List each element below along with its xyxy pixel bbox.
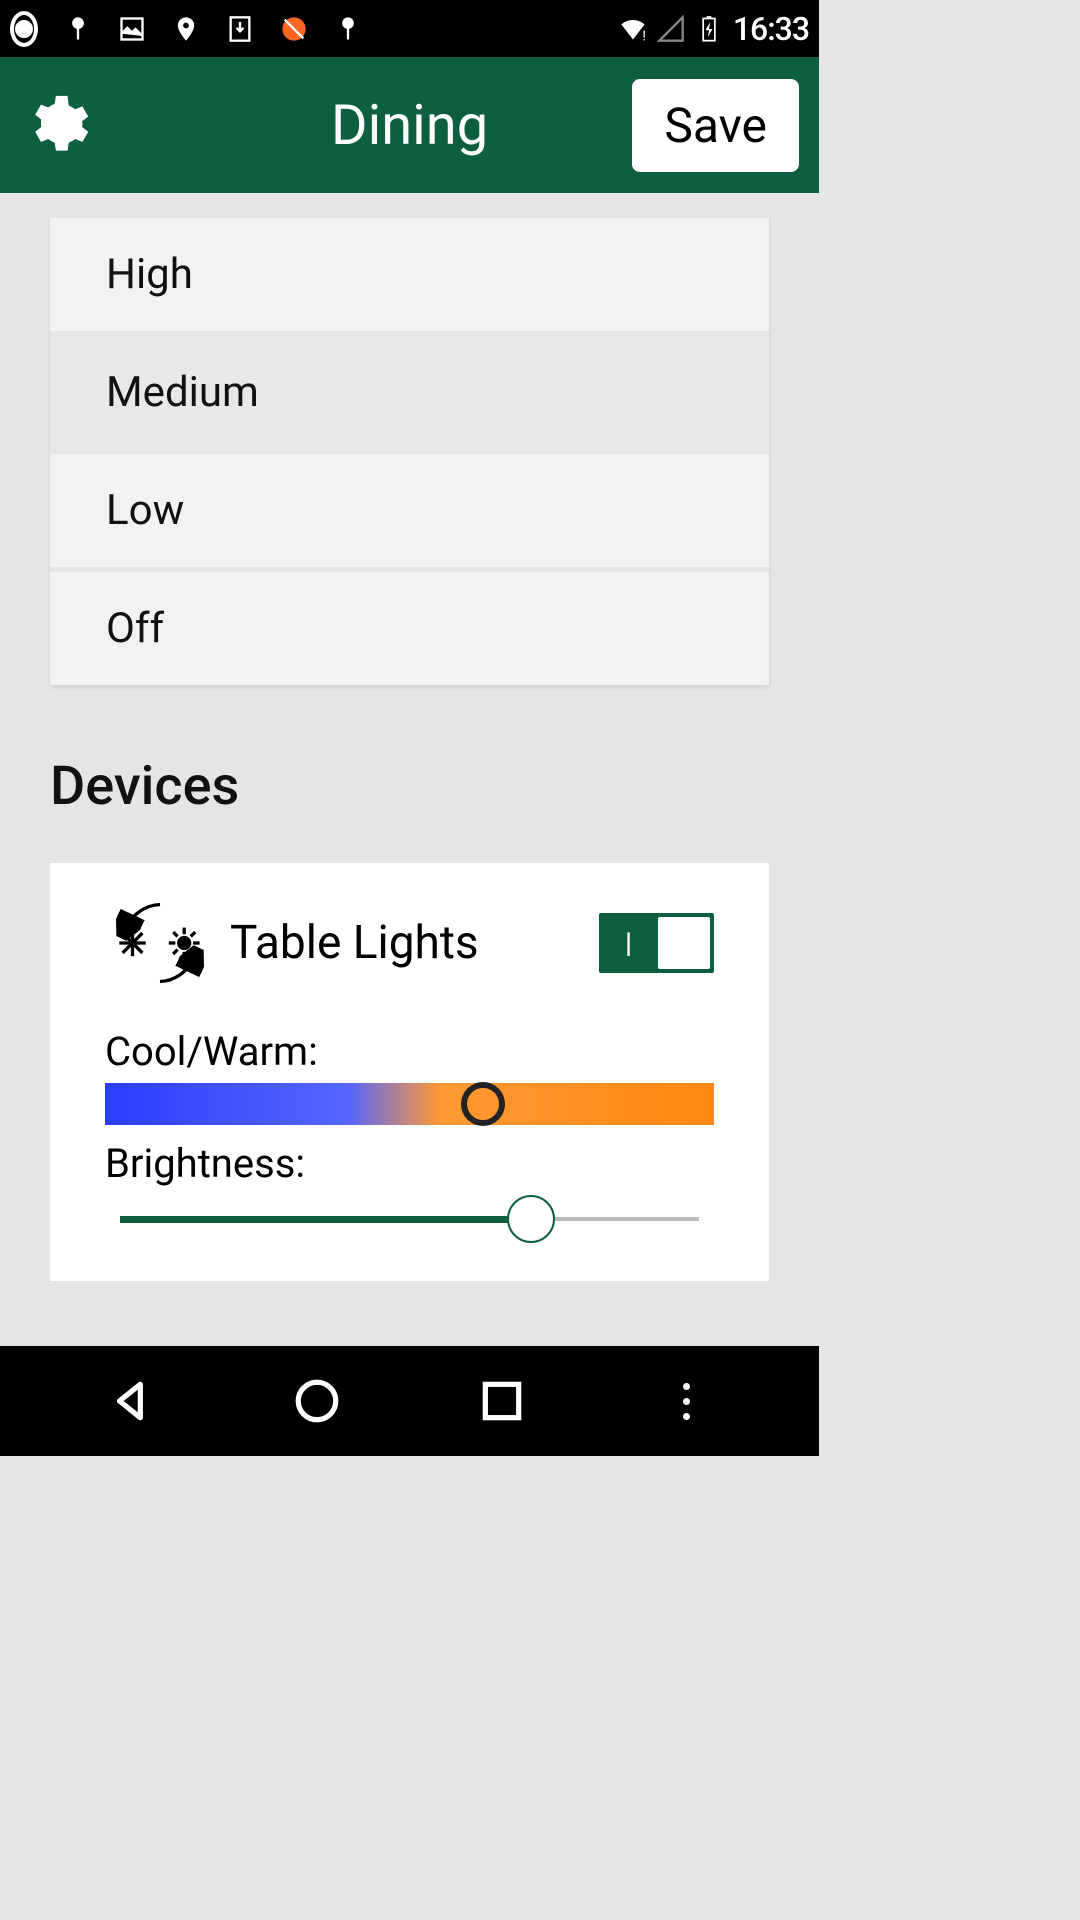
svg-text:!: ! (642, 28, 646, 42)
status-bar: ! 16:33 (0, 0, 819, 57)
brightness-slider[interactable] (105, 1195, 714, 1243)
gear-icon[interactable] (20, 90, 90, 160)
back-button[interactable] (107, 1376, 157, 1426)
android-debug-icon (64, 15, 92, 43)
menu-button[interactable] (662, 1376, 712, 1426)
navigation-bar (0, 1346, 819, 1456)
location-icon (172, 15, 200, 43)
preset-high[interactable]: High (50, 218, 769, 336)
preset-medium[interactable]: Medium (50, 336, 769, 454)
status-time: 16:33 (733, 10, 809, 48)
preset-list: High Medium Low Off (50, 218, 769, 685)
device-name: Table Lights (230, 916, 584, 970)
device-card: Table Lights | Cool/Warm: Brightness: (50, 863, 769, 1281)
cool-warm-thumb[interactable] (461, 1082, 505, 1126)
brightness-label: Brightness: (105, 1140, 714, 1187)
android-debug-icon-2 (334, 15, 362, 43)
location-disabled-icon (280, 15, 308, 43)
spiral-icon (10, 15, 38, 43)
image-icon (118, 15, 146, 43)
home-button[interactable] (292, 1376, 342, 1426)
main-content: High Medium Low Off Devices (0, 193, 819, 1306)
preset-low[interactable]: Low (50, 454, 769, 572)
cool-warm-slider[interactable] (105, 1083, 714, 1125)
battery-charging-icon (695, 15, 723, 43)
download-icon (226, 15, 254, 43)
preset-off[interactable]: Off (50, 572, 769, 685)
app-bar: Dining Save (0, 57, 819, 193)
cool-warm-group: Cool/Warm: (105, 1028, 714, 1125)
signal-icon (657, 15, 685, 43)
color-cycle-icon (105, 888, 215, 998)
page-title: Dining (331, 92, 488, 158)
device-toggle[interactable]: | (599, 913, 714, 973)
devices-heading: Devices (50, 755, 769, 818)
recent-apps-button[interactable] (477, 1376, 527, 1426)
device-header: Table Lights | (105, 888, 714, 998)
brightness-thumb[interactable] (507, 1195, 555, 1243)
status-indicators-left (10, 15, 362, 43)
cool-warm-label: Cool/Warm: (105, 1028, 714, 1075)
brightness-group: Brightness: (105, 1140, 714, 1243)
wifi-icon: ! (619, 15, 647, 43)
status-indicators-right: ! 16:33 (619, 10, 809, 48)
save-button[interactable]: Save (632, 79, 799, 172)
